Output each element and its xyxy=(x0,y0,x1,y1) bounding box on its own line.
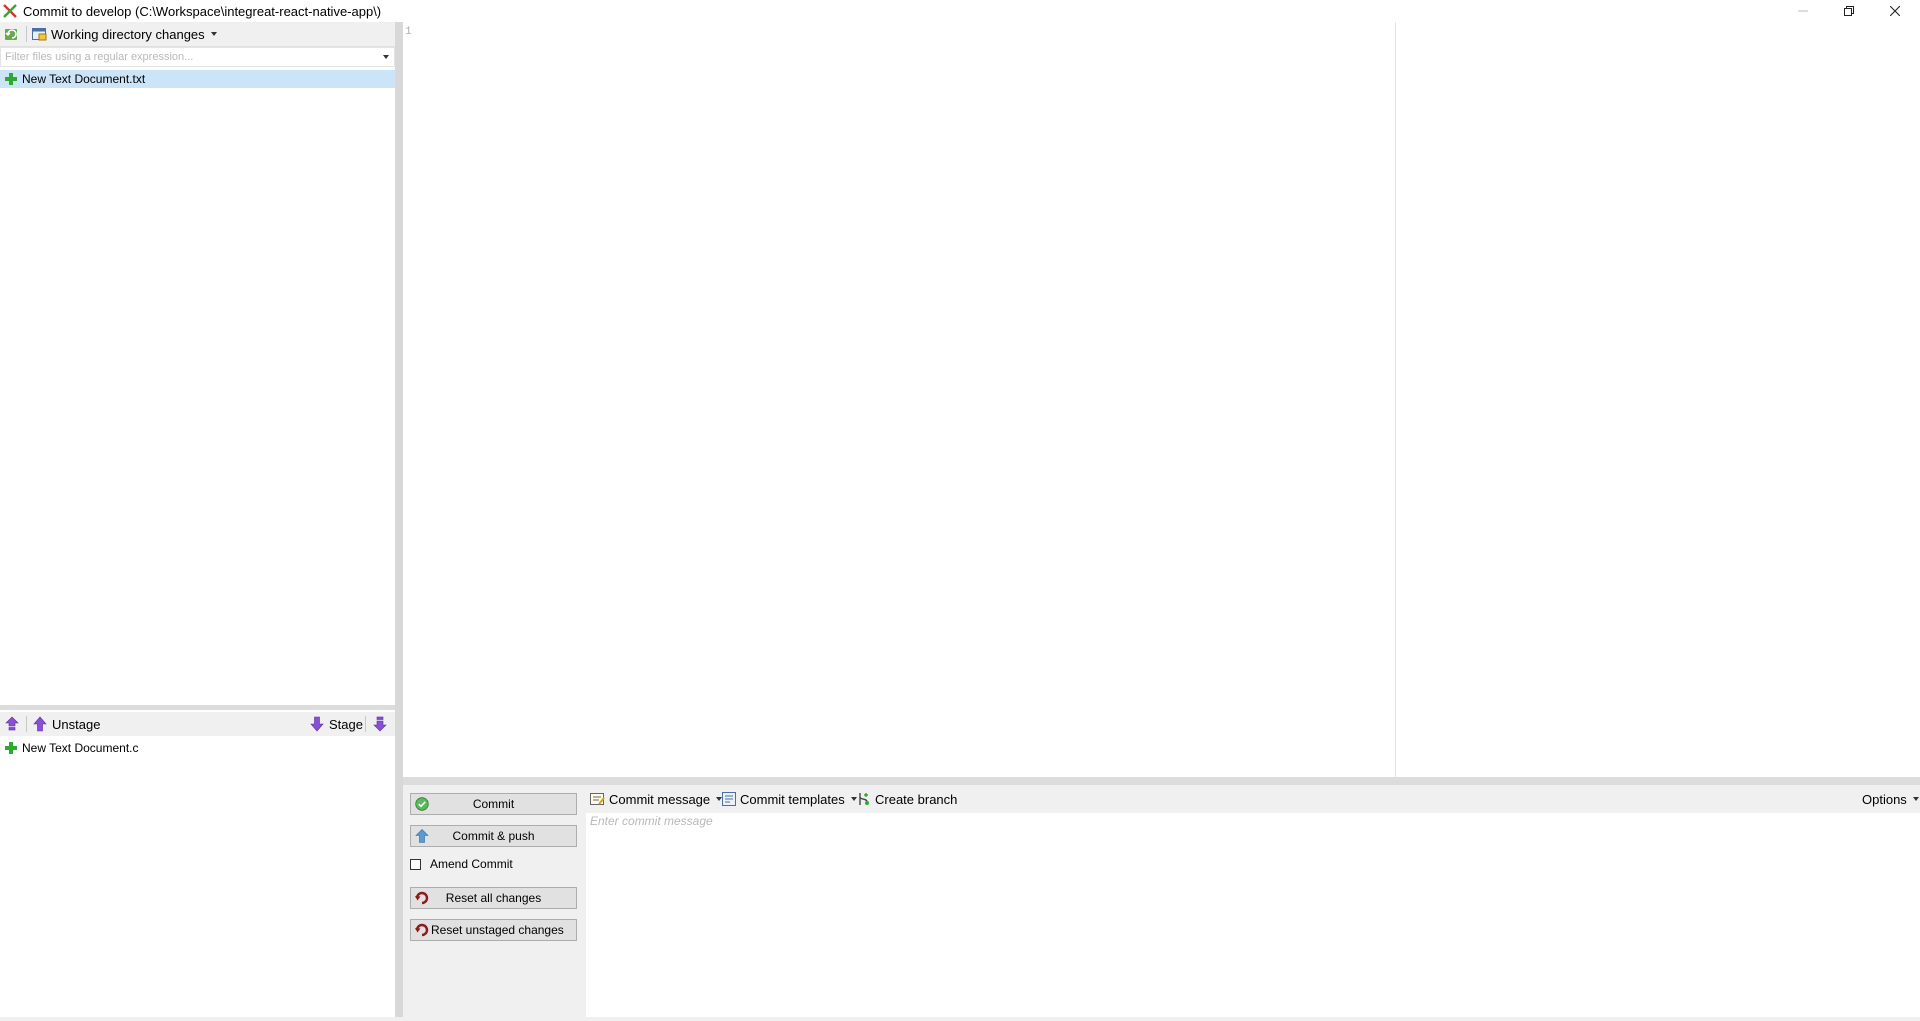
filter-history-dropdown[interactable] xyxy=(383,55,389,59)
restore-button[interactable] xyxy=(1826,0,1872,22)
create-branch-label: Create branch xyxy=(875,791,958,807)
close-icon xyxy=(1890,6,1900,16)
filter-box xyxy=(0,47,395,67)
minimize-icon xyxy=(1798,10,1808,12)
create-branch-button[interactable]: Create branch xyxy=(857,790,957,808)
amend-commit-option[interactable]: Amend Commit xyxy=(410,856,513,872)
toolbar-separator xyxy=(365,716,366,732)
unstage-button[interactable]: Unstage xyxy=(33,715,100,733)
commit-message-label: Commit message xyxy=(609,791,711,807)
options-dropdown[interactable]: Options xyxy=(1862,790,1919,808)
reset-unstaged-button[interactable]: Reset unstaged changes xyxy=(410,919,577,941)
minimize-button[interactable] xyxy=(1780,0,1826,22)
reset-unstaged-icon xyxy=(415,923,429,937)
reset-all-button[interactable]: Reset all changes xyxy=(410,887,577,909)
commit-area: Commit Commit & push Amend Commit Reset … xyxy=(403,785,1920,1017)
line-number: 1 xyxy=(405,26,412,38)
commit-message-icon xyxy=(590,793,605,805)
close-button[interactable] xyxy=(1872,0,1918,22)
commit-templates-icon xyxy=(722,792,736,806)
refresh-button[interactable] xyxy=(4,26,20,42)
toolbar-separator xyxy=(26,716,27,732)
file-added-icon xyxy=(5,742,17,754)
bottom-border xyxy=(0,1017,1920,1021)
staged-file-row[interactable]: New Text Document.c xyxy=(0,739,395,757)
unstaged-file-name: New Text Document.txt xyxy=(22,72,146,86)
commit-message-dropdown[interactable]: Commit message xyxy=(590,790,723,808)
refresh-icon xyxy=(5,29,17,40)
unstage-all-button[interactable] xyxy=(5,715,19,733)
reset-unstaged-label: Reset unstaged changes xyxy=(431,923,564,937)
title-bar: Commit to develop (C:\Workspace\integrea… xyxy=(0,0,1920,22)
commit-message-input[interactable] xyxy=(590,814,1910,1004)
toolbar-separator xyxy=(26,26,27,42)
chevron-down-icon xyxy=(210,32,217,36)
arrow-down-icon xyxy=(310,716,324,732)
stage-label: Stage xyxy=(329,716,363,732)
staging-toolbar: Unstage Stage xyxy=(0,712,395,736)
create-branch-icon xyxy=(859,793,869,805)
chevron-down-icon xyxy=(1912,797,1919,801)
window-title: Commit to develop (C:\Workspace\integrea… xyxy=(23,4,382,19)
git-extensions-icon xyxy=(3,4,17,18)
diff-column-divider xyxy=(1395,22,1396,777)
commit-message-toolbar: Commit message Commit templates Create b… xyxy=(586,785,1920,813)
view-mode-label: Working directory changes xyxy=(51,26,205,42)
staged-file-name: New Text Document.c xyxy=(22,741,139,755)
amend-label: Amend Commit xyxy=(430,857,513,871)
unstaged-file-row[interactable]: New Text Document.txt xyxy=(0,70,395,88)
arrow-up-icon xyxy=(33,716,47,732)
commit-button[interactable]: Commit xyxy=(410,793,577,815)
file-list-panel: Working directory changes New Text Docum… xyxy=(0,22,395,1017)
file-added-icon xyxy=(5,73,17,85)
commit-templates-dropdown[interactable]: Commit templates xyxy=(722,790,857,808)
restore-icon xyxy=(1844,6,1854,16)
commit-message-panel: Commit message Commit templates Create b… xyxy=(586,785,1920,1017)
left-toolbar: Working directory changes xyxy=(0,22,395,47)
commit-label: Commit xyxy=(472,797,515,811)
unstage-label: Unstage xyxy=(52,716,101,732)
reset-all-label: Reset all changes xyxy=(445,891,542,905)
commit-area-splitter[interactable] xyxy=(403,777,1920,785)
working-directory-icon xyxy=(32,28,47,41)
commit-push-button[interactable]: Commit & push xyxy=(410,825,577,847)
commit-templates-label: Commit templates xyxy=(740,791,845,807)
amend-checkbox[interactable] xyxy=(410,858,421,870)
file-list-splitter[interactable] xyxy=(0,705,395,710)
options-label: Options xyxy=(1862,791,1907,807)
filter-input[interactable] xyxy=(5,49,375,65)
stage-button[interactable]: Stage xyxy=(310,715,363,733)
unstage-all-icon xyxy=(5,716,19,731)
stage-all-button[interactable] xyxy=(373,715,387,733)
main-splitter[interactable] xyxy=(395,22,403,1017)
view-mode-dropdown[interactable]: Working directory changes xyxy=(32,25,217,43)
stage-all-icon xyxy=(373,716,387,732)
chevron-down-icon xyxy=(850,797,857,801)
commit-push-label: Commit & push xyxy=(452,829,535,843)
diff-viewer[interactable]: 1 xyxy=(403,22,1920,777)
